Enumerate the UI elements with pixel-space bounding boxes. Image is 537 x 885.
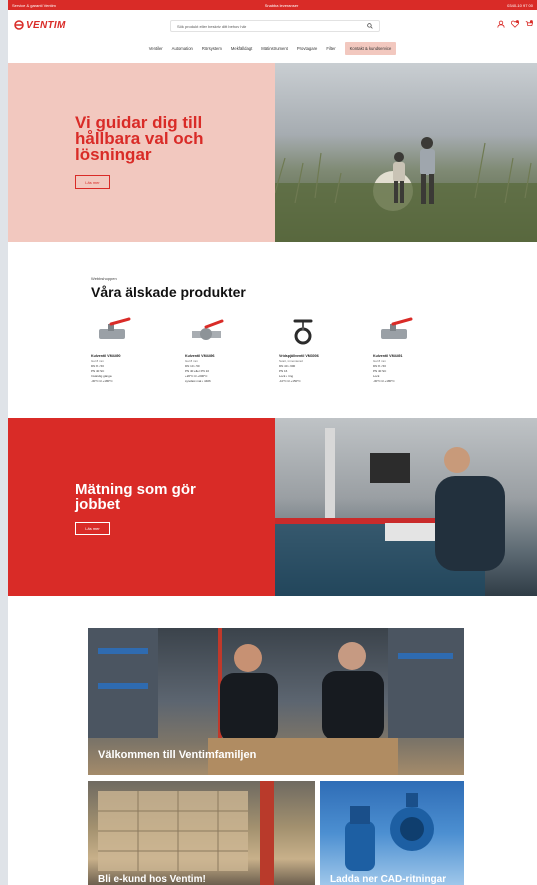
ball-valve-icon bbox=[99, 317, 131, 339]
nav-item-provtagare[interactable]: Provtagare bbox=[297, 46, 317, 51]
product-spec: -30°C til +180°C bbox=[373, 379, 395, 383]
product-spec: Lock • ring bbox=[279, 374, 294, 378]
nav-item-filter[interactable]: Filter bbox=[326, 46, 335, 51]
product-spec: DN 10 • 50 bbox=[185, 364, 200, 368]
cad-tile-title: Ladda ner CAD-ritningar bbox=[330, 874, 447, 885]
product-spec: -30°C til +180°C bbox=[91, 379, 113, 383]
team-banner-title: Välkommen till Ventimfamiljen bbox=[98, 749, 257, 761]
logo[interactable]: VENTIM bbox=[14, 20, 66, 31]
nav-item-kontakt[interactable]: Kontakt & kundservice bbox=[344, 41, 397, 55]
measurement-photo bbox=[275, 418, 537, 596]
products-kicker: Webbshoppen bbox=[91, 276, 117, 281]
hero-text-panel: Vi guidar dig till hållbara val och lösn… bbox=[8, 63, 275, 242]
person-left bbox=[220, 644, 278, 743]
main-navigation: Ventiler Automation Rörsystem Mekfälldag… bbox=[8, 40, 537, 56]
ball-valve-icon bbox=[192, 319, 224, 340]
product-name: Vridspjällventil VM3006 bbox=[279, 354, 319, 358]
hero-photo-illustration bbox=[275, 137, 537, 242]
popular-products-section: Webbshoppen Våra älskade produkter Kulve… bbox=[8, 260, 537, 410]
ecustomer-tile[interactable]: Bli e-kund hos Ventim! bbox=[88, 781, 315, 885]
warehouse-photo-illustration bbox=[98, 781, 274, 885]
hero-banner: Vi guidar dig till hållbara val och lösn… bbox=[8, 63, 537, 242]
team-banner[interactable]: Välkommen till Ventimfamiljen bbox=[88, 628, 464, 775]
nav-item-ventiler[interactable]: Ventiler bbox=[149, 46, 163, 51]
product-spec: DN 8 • 50 bbox=[373, 364, 386, 368]
product-spec: DN 40 • 600 bbox=[279, 364, 296, 368]
header: VENTIM Sök produkt eller beskriv ditt be… bbox=[8, 10, 537, 40]
top-announcement-bar: Service & garanti Ventim Snabba leverans… bbox=[8, 0, 537, 10]
measurement-text-panel: Mätning som gör jobbet Läs mer bbox=[8, 418, 275, 596]
cad-download-tile[interactable]: Ladda ner CAD-ritningar bbox=[320, 781, 464, 885]
topbar-delivery-text: Snabba leveranser bbox=[264, 2, 299, 8]
person-technician bbox=[435, 447, 505, 571]
product-subtitle: Gul 8 mm bbox=[91, 359, 105, 363]
measurement-read-more-button[interactable]: Läs mer bbox=[75, 522, 110, 535]
product-name: Kulventil VM4491 bbox=[373, 354, 403, 358]
nav-item-rorsystem[interactable]: Rörsystem bbox=[202, 46, 222, 51]
user-icon[interactable] bbox=[497, 20, 505, 30]
product-card[interactable]: Kulventil VM4490 Gul 8 mm DN 8 • 50 PN 4… bbox=[91, 315, 171, 383]
ball-valve-icon bbox=[381, 317, 413, 339]
hero-photo bbox=[275, 63, 537, 242]
page: Service & garanti Ventim Snabba leverans… bbox=[8, 0, 537, 885]
logo-mark-icon bbox=[14, 20, 24, 30]
product-spec: -10°C til +150°C bbox=[279, 379, 301, 383]
hero-title: Vi guidar dig till hållbara val och lösn… bbox=[75, 113, 204, 164]
nav-item-matinstrument[interactable]: Mätinstrument bbox=[261, 46, 288, 51]
product-spec: Lock bbox=[373, 374, 380, 378]
search-input[interactable]: Sök produkt eller beskriv ditt behov här bbox=[170, 20, 380, 32]
person-right bbox=[322, 642, 384, 741]
cart-icon[interactable] bbox=[525, 20, 534, 30]
logo-text: VENTIM bbox=[26, 19, 66, 31]
product-card[interactable]: Vridspjällventil VM3006 Svart, inmontera… bbox=[279, 315, 359, 383]
ecustomer-tile-title: Bli e-kund hos Ventim! bbox=[98, 874, 206, 885]
product-spec: DN 8 • 50 bbox=[91, 364, 104, 368]
butterfly-valve-icon bbox=[293, 319, 313, 345]
cad-valve-illustration bbox=[345, 793, 434, 871]
header-icons bbox=[497, 20, 534, 30]
product-name: Kulventil VM4490 bbox=[91, 354, 121, 358]
hero-read-more-button[interactable]: Läs mer bbox=[75, 175, 110, 189]
topbar-phone[interactable]: 0340-10 97 00 bbox=[507, 3, 533, 8]
products-title: Våra älskade produkter bbox=[91, 284, 246, 300]
product-spec: PN 40 SC bbox=[373, 369, 387, 373]
topbar-service-link[interactable]: Service & garanti Ventim bbox=[12, 3, 56, 8]
nav-item-automation[interactable]: Automation bbox=[172, 46, 193, 51]
measurement-banner: Mätning som gör jobbet Läs mer bbox=[8, 418, 537, 596]
product-subtitle: Gul 8 mm bbox=[373, 359, 387, 363]
product-spec: PN 16 bbox=[279, 369, 288, 373]
product-name: Kulventil VM4496 bbox=[185, 354, 215, 358]
product-subtitle: Svart, inmonterad bbox=[279, 359, 303, 363]
product-card[interactable]: Kulventil VM4496 Gul 8 mm DN 10 • 50 PN … bbox=[185, 315, 265, 383]
product-card[interactable]: Kulventil VM4491 Gul 8 mm DN 8 • 50 PN 4… bbox=[373, 315, 453, 383]
product-spec: syrefast mat • 4406 bbox=[185, 379, 211, 383]
measurement-photo-illustration bbox=[275, 428, 505, 596]
nav-item-mekfalldagt[interactable]: Mekfälldagt bbox=[231, 46, 252, 51]
product-spec: Invändig gänga bbox=[91, 374, 112, 378]
product-spec: +20°C til +300°C bbox=[185, 374, 208, 378]
product-spec: PN 40 SC bbox=[91, 369, 105, 373]
measurement-title: Mätning som gör jobbet bbox=[75, 481, 196, 513]
product-spec: PN 40 eller PN 10 bbox=[185, 369, 210, 373]
wishlist-icon[interactable] bbox=[510, 20, 520, 30]
product-subtitle: Gul 8 mm bbox=[185, 359, 199, 363]
search-icon[interactable] bbox=[367, 22, 373, 30]
search-placeholder: Sök produkt eller beskriv ditt behov här bbox=[177, 23, 247, 29]
